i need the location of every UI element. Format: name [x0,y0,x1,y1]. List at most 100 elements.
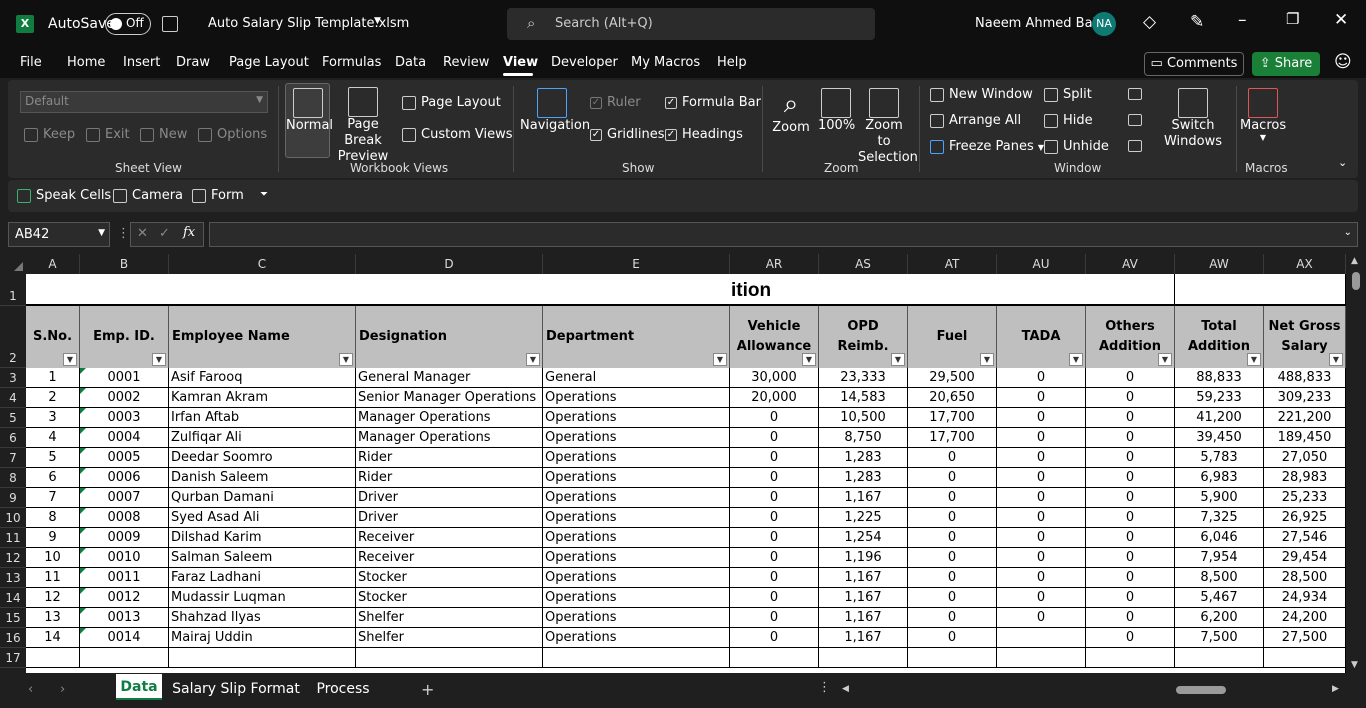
filter-dropdown-icon[interactable]: ▼ [1069,353,1083,366]
table-cell[interactable]: Operations [543,448,730,468]
table-cell[interactable]: 0 [730,528,819,548]
row-header[interactable]: 12 [0,548,26,568]
tab-formulas[interactable]: Formulas [322,55,381,70]
row-header[interactable]: 4 [0,388,26,408]
table-cell[interactable]: 88,833 [1175,368,1264,388]
table-cell[interactable]: Deedar Soomro [169,448,356,468]
table-cell[interactable]: 0 [730,408,819,428]
table-cell[interactable]: 0 [908,528,997,548]
column-header-aw[interactable]: AW [1175,254,1264,274]
speak-cells-button[interactable]: Speak Cells [17,188,111,203]
empty-cell[interactable] [169,648,356,668]
row-header[interactable]: 9 [0,488,26,508]
table-cell[interactable]: Kamran Akram [169,388,356,408]
table-cell[interactable]: 1,167 [819,608,908,628]
column-header-b[interactable]: B [80,254,169,274]
table-cell[interactable]: 1 [26,368,80,388]
table-cell[interactable]: 17,700 [908,428,997,448]
table-cell[interactable]: Operations [543,608,730,628]
table-cell[interactable]: 59,233 [1175,388,1264,408]
table-cell[interactable]: 0001 [80,368,169,388]
search-box[interactable]: ⌕ Search (Alt+Q) [507,8,875,40]
table-cell[interactable]: 0003 [80,408,169,428]
table-cell[interactable]: 1,254 [819,528,908,548]
table-cell[interactable]: 0011 [80,568,169,588]
table-cell[interactable]: 0 [730,428,819,448]
table-cell[interactable]: 0008 [80,508,169,528]
freeze-panes-button[interactable]: Freeze Panes ▼ [930,139,1044,154]
table-cell[interactable]: 6 [26,468,80,488]
filter-dropdown-icon[interactable]: ▼ [63,353,77,366]
filter-dropdown-icon[interactable]: ▼ [1158,353,1172,366]
formula-input[interactable]: ⌄ [209,222,1358,247]
arrange-all-button[interactable]: Arrange All [930,113,1021,128]
table-cell[interactable]: 0 [1086,408,1175,428]
table-cell[interactable]: 39,450 [1175,428,1264,448]
table-cell[interactable]: 0002 [80,388,169,408]
table-cell[interactable]: 5 [26,448,80,468]
table-cell[interactable]: 1,196 [819,548,908,568]
table-cell[interactable]: 0 [1086,628,1175,648]
table-cell[interactable]: Stocker [356,568,543,588]
prev-sheet-icon[interactable]: ‹ [28,682,33,697]
table-cell[interactable]: Operations [543,488,730,508]
column-header-at[interactable]: AT [908,254,997,274]
restore-icon[interactable]: ❐ [1286,10,1299,28]
table-cell[interactable]: Operations [543,428,730,448]
table-cell[interactable]: Operations [543,468,730,488]
name-box[interactable]: AB42 ▼ [8,222,110,247]
table-cell[interactable]: 0 [730,468,819,488]
table-cell[interactable]: Mudassir Luqman [169,588,356,608]
comments-button[interactable]: ▭ Comments [1144,52,1244,76]
table-cell[interactable]: 25,233 [1264,488,1346,508]
table-cell[interactable]: 24,934 [1264,588,1346,608]
scroll-up-icon[interactable]: ▲ [1351,256,1358,266]
headings-checkbox[interactable]: ✓ Headings [665,127,743,142]
table-cell[interactable]: 29,454 [1264,548,1346,568]
table-cell[interactable]: 0 [908,568,997,588]
table-cell[interactable]: 26,925 [1264,508,1346,528]
tab-splitter-icon[interactable]: ⋮ [818,680,831,695]
table-cell[interactable]: 6,200 [1175,608,1264,628]
page-break-preview-button[interactable]: Page Break Preview [333,85,393,165]
table-cell[interactable]: 41,200 [1175,408,1264,428]
table-cell[interactable]: General Manager [356,368,543,388]
header-as[interactable]: OPD Reimb. ▼ [819,306,908,368]
column-header-ax[interactable]: AX [1264,254,1346,274]
add-sheet-icon[interactable]: + [421,680,434,699]
table-cell[interactable]: 0 [730,588,819,608]
table-cell[interactable]: 0 [997,488,1086,508]
table-cell[interactable]: 17,700 [908,408,997,428]
table-cell[interactable]: 11 [26,568,80,588]
table-cell[interactable]: 0013 [80,608,169,628]
table-cell[interactable]: Operations [543,588,730,608]
empty-cell[interactable] [819,648,908,668]
table-cell[interactable]: 0 [1086,488,1175,508]
horizontal-scroll-thumb[interactable] [1176,686,1226,694]
table-cell[interactable]: 0 [997,428,1086,448]
table-cell[interactable]: 23,333 [819,368,908,388]
row-header[interactable]: 17 [0,648,26,668]
keep-button[interactable]: Keep [24,127,75,142]
table-cell[interactable]: 1,225 [819,508,908,528]
table-cell[interactable]: 0005 [80,448,169,468]
table-cell[interactable]: 0006 [80,468,169,488]
header-ar[interactable]: Vehicle Allowance ▼ [730,306,819,368]
filter-dropdown-icon[interactable]: ▼ [891,353,905,366]
row-header[interactable]: 8 [0,468,26,488]
table-cell[interactable]: 8,500 [1175,568,1264,588]
table-cell[interactable]: 221,200 [1264,408,1346,428]
table-cell[interactable]: 0 [997,448,1086,468]
table-cell[interactable]: 14 [26,628,80,648]
table-cell[interactable]: General [543,368,730,388]
table-cell[interactable]: Danish Saleem [169,468,356,488]
filter-dropdown-icon[interactable]: ▼ [526,353,540,366]
cancel-icon[interactable]: ✕ [137,226,148,241]
empty-cell[interactable] [1175,648,1264,668]
table-cell[interactable]: 0 [1086,548,1175,568]
zoom-button[interactable]: ⌕ Zoom [770,88,812,135]
table-cell[interactable]: 0 [730,628,819,648]
table-cell[interactable]: 0 [1086,448,1175,468]
table-cell[interactable]: Zulfiqar Ali [169,428,356,448]
table-cell[interactable]: 0 [997,408,1086,428]
